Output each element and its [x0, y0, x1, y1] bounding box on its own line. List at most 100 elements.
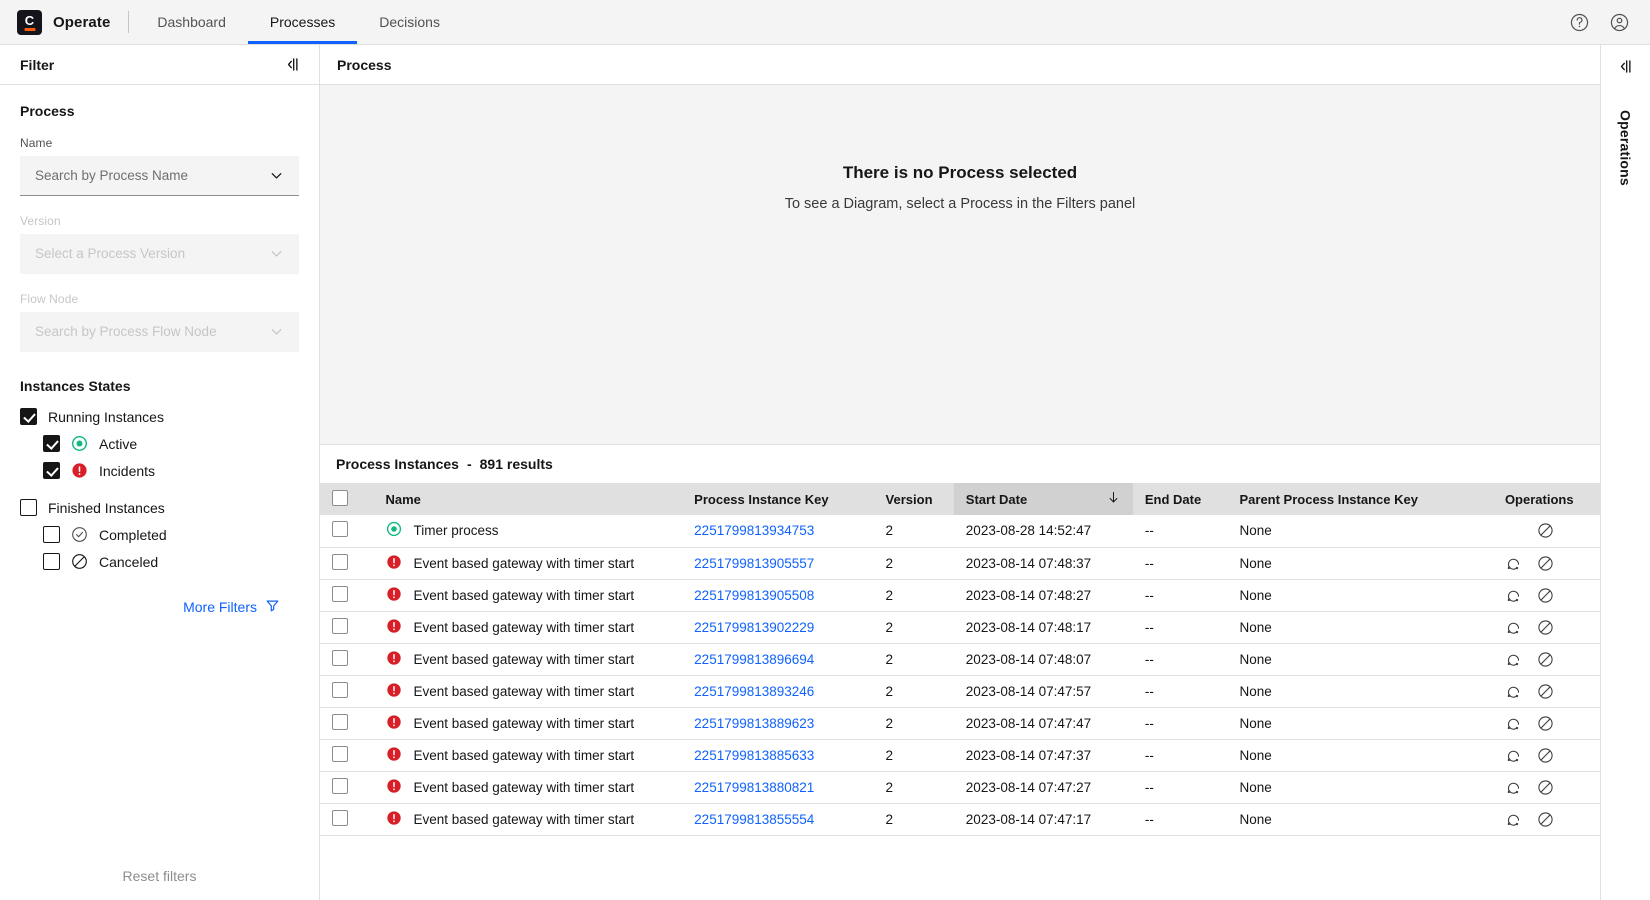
retry-operation-icon[interactable]: [1505, 683, 1522, 700]
retry-operation-icon[interactable]: [1505, 619, 1522, 636]
process-instance-key-link[interactable]: 2251799813896694: [694, 652, 814, 667]
row-select-cell[interactable]: [320, 707, 374, 740]
process-instance-key-link[interactable]: 2251799813855554: [694, 812, 814, 827]
cancel-operation-icon[interactable]: [1537, 683, 1554, 700]
checkbox-incidents[interactable]: Incidents: [43, 462, 299, 479]
table-row[interactable]: Event based gateway with timer start 2251…: [320, 771, 1600, 804]
row-checkbox[interactable]: [332, 777, 348, 794]
row-process-name: Event based gateway with timer start: [413, 555, 635, 571]
header-select-all[interactable]: [320, 483, 374, 515]
row-select-cell[interactable]: [320, 579, 374, 612]
retry-operation-icon[interactable]: [1505, 555, 1522, 572]
row-checkbox[interactable]: [332, 713, 348, 730]
table-row[interactable]: Event based gateway with timer start 2251…: [320, 803, 1600, 836]
operations-rail-label[interactable]: Operations: [1618, 110, 1634, 186]
row-select-cell[interactable]: [320, 739, 374, 772]
row-checkbox[interactable]: [332, 745, 348, 762]
header-name[interactable]: Name: [373, 483, 683, 515]
row-checkbox[interactable]: [332, 617, 348, 634]
table-row[interactable]: Event based gateway with timer start 2251…: [320, 611, 1600, 644]
row-select-cell[interactable]: [320, 643, 374, 676]
row-select-cell[interactable]: [320, 771, 374, 804]
help-icon[interactable]: [1566, 9, 1592, 35]
more-filters-button[interactable]: More Filters: [20, 598, 299, 616]
row-parent-key: None: [1227, 515, 1493, 548]
camunda-logo-icon: C: [17, 9, 42, 35]
row-select-cell[interactable]: [320, 515, 374, 548]
nav-item-processes[interactable]: Processes: [247, 0, 358, 44]
nav-item-dashboard[interactable]: Dashboard: [135, 0, 248, 44]
flow-node-select[interactable]: Search by Process Flow Node: [20, 312, 299, 352]
retry-operation-icon[interactable]: [1505, 811, 1522, 828]
reset-filters-button[interactable]: Reset filters: [0, 868, 319, 884]
process-name-select[interactable]: Search by Process Name: [20, 156, 299, 196]
cancel-operation-icon[interactable]: [1537, 779, 1554, 796]
table-row[interactable]: Event based gateway with timer start 2251…: [320, 643, 1600, 676]
process-instance-key-link[interactable]: 2251799813902229: [694, 620, 814, 635]
row-select-cell[interactable]: [320, 547, 374, 580]
retry-operation-icon[interactable]: [1505, 779, 1522, 796]
cancel-operation-icon[interactable]: [1537, 811, 1554, 828]
row-select-cell[interactable]: [320, 675, 374, 708]
table-row[interactable]: Event based gateway with timer start 2251…: [320, 547, 1600, 580]
row-checkbox[interactable]: [332, 649, 348, 666]
row-parent-key: None: [1227, 675, 1493, 708]
process-instance-key-link[interactable]: 2251799813889623: [694, 716, 814, 731]
row-key-cell: 2251799813855554: [682, 803, 874, 836]
table-row[interactable]: Event based gateway with timer start 2251…: [320, 739, 1600, 772]
canceled-status-icon: [71, 553, 88, 570]
cancel-operation-icon[interactable]: [1537, 522, 1554, 539]
process-instance-key-link[interactable]: 2251799813880821: [694, 780, 814, 795]
process-version-select[interactable]: Select a Process Version: [20, 234, 299, 274]
cancel-operation-icon[interactable]: [1537, 555, 1554, 572]
row-process-name: Timer process: [413, 523, 499, 539]
row-checkbox[interactable]: [332, 585, 348, 602]
table-row[interactable]: Timer process 2251799813934753 2 2023-08-28…: [320, 515, 1600, 548]
row-checkbox[interactable]: [332, 553, 348, 570]
process-instance-key-link[interactable]: 2251799813885633: [694, 748, 814, 763]
operations-rail: Operations: [1601, 45, 1650, 900]
process-instance-key-link[interactable]: 2251799813905557: [694, 556, 814, 571]
header-start-date[interactable]: Start Date: [953, 483, 1133, 515]
cancel-operation-icon[interactable]: [1537, 619, 1554, 636]
completed-status-icon: [71, 526, 88, 543]
cancel-operation-icon[interactable]: [1537, 715, 1554, 732]
retry-operation-icon[interactable]: [1505, 715, 1522, 732]
cancel-operation-icon[interactable]: [1537, 587, 1554, 604]
checkbox-running-instances[interactable]: Running Instances: [20, 408, 299, 425]
header-version[interactable]: Version: [873, 483, 954, 515]
row-checkbox[interactable]: [332, 521, 348, 538]
process-instance-key-link[interactable]: 2251799813934753: [694, 523, 814, 538]
checkbox-finished-instances[interactable]: Finished Instances: [20, 499, 299, 516]
row-operations-cell: [1492, 611, 1600, 644]
select-all-checkbox[interactable]: [332, 489, 348, 506]
row-name-cell: Event based gateway with timer start: [373, 771, 683, 804]
retry-operation-icon[interactable]: [1505, 587, 1522, 604]
expand-panel-icon[interactable]: [1616, 57, 1635, 76]
header-process-instance-key[interactable]: Process Instance Key: [682, 483, 874, 515]
row-checkbox[interactable]: [332, 681, 348, 698]
cancel-operation-icon[interactable]: [1537, 651, 1554, 668]
brand[interactable]: C Operate: [0, 9, 128, 35]
row-select-cell[interactable]: [320, 803, 374, 836]
table-row[interactable]: Event based gateway with timer start 2251…: [320, 707, 1600, 740]
user-avatar-icon[interactable]: [1606, 9, 1632, 35]
header-end-date[interactable]: End Date: [1132, 483, 1228, 515]
table-row[interactable]: Event based gateway with timer start 2251…: [320, 675, 1600, 708]
process-instance-key-link[interactable]: 2251799813893246: [694, 684, 814, 699]
row-operations-cell: [1492, 547, 1600, 580]
retry-operation-icon[interactable]: [1505, 651, 1522, 668]
nav-item-decisions[interactable]: Decisions: [357, 0, 462, 44]
checkbox-active[interactable]: Active: [43, 435, 299, 452]
cancel-operation-icon[interactable]: [1537, 747, 1554, 764]
checkbox-canceled[interactable]: Canceled: [43, 553, 299, 570]
retry-operation-icon[interactable]: [1505, 747, 1522, 764]
table-row[interactable]: Event based gateway with timer start 2251…: [320, 579, 1600, 612]
row-checkbox[interactable]: [332, 809, 348, 826]
collapse-panel-icon[interactable]: [283, 55, 302, 74]
checkbox-completed[interactable]: Completed: [43, 526, 299, 543]
row-key-cell: 2251799813905557: [682, 547, 874, 580]
row-select-cell[interactable]: [320, 611, 374, 644]
header-parent-process-instance-key[interactable]: Parent Process Instance Key: [1227, 483, 1493, 515]
process-instance-key-link[interactable]: 2251799813905508: [694, 588, 814, 603]
